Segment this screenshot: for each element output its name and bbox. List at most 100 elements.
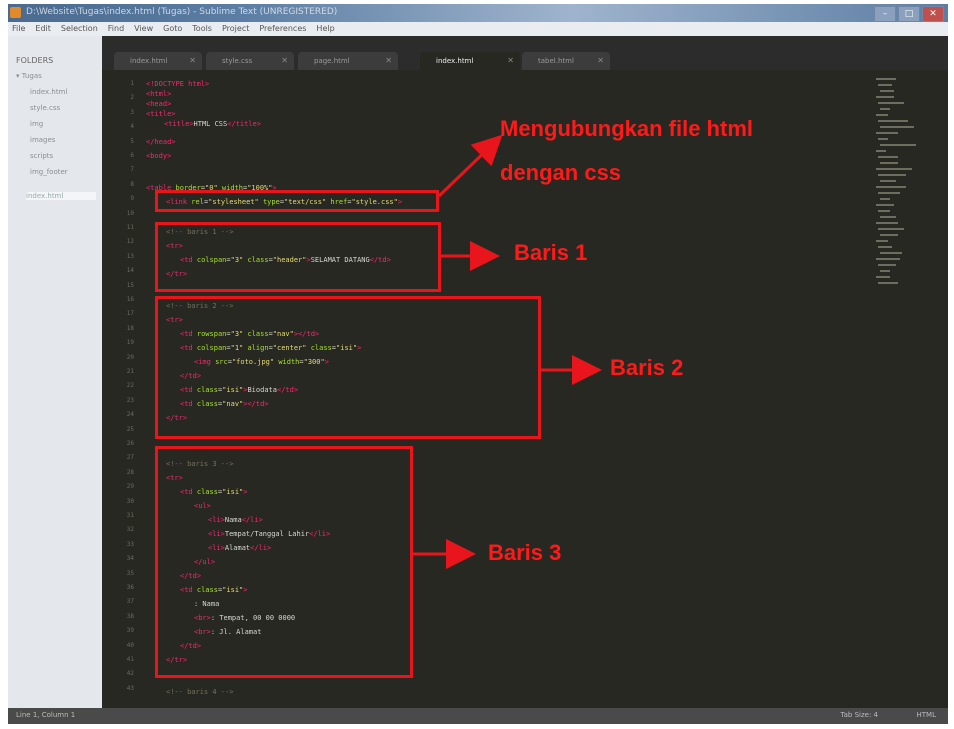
menu-edit[interactable]: Edit [35, 22, 51, 36]
tab-1[interactable]: index.html ✕ [114, 52, 202, 70]
minimap-line [876, 96, 894, 98]
minimap-line [878, 102, 904, 104]
minimap-line [876, 222, 898, 224]
line-number: 31 [126, 512, 134, 519]
line-number: 5 [130, 137, 134, 145]
close-tab-icon[interactable]: ✕ [281, 52, 288, 70]
sidebar-item-folder[interactable]: ▾ Tugas [16, 72, 42, 80]
menu-help[interactable]: Help [316, 22, 334, 36]
menu-selection[interactable]: Selection [61, 22, 98, 36]
line-number: 30 [126, 497, 134, 505]
line-number: 27 [126, 454, 134, 462]
annotation-row2: Baris 2 [610, 355, 684, 380]
line-number: 34 [126, 555, 134, 563]
line-number: 22 [126, 382, 134, 390]
tab-label: style.css [222, 57, 253, 65]
sidebar-item-file[interactable]: index.html [30, 88, 67, 96]
minimap-line [876, 186, 906, 188]
sidebar-item-selected[interactable]: index.html [26, 192, 96, 200]
sidebar-item-folder[interactable]: img [30, 120, 43, 128]
line-number: 38 [126, 612, 134, 620]
line-number: 26 [126, 440, 134, 447]
minimap-line [878, 228, 904, 230]
sidebar-item-folder[interactable]: scripts [30, 152, 53, 160]
minimap-line [876, 150, 886, 152]
tab-5[interactable]: tabel.html ✕ [522, 52, 610, 70]
minimap-line [880, 90, 894, 92]
close-tab-icon[interactable]: ✕ [189, 52, 196, 70]
line-number: 36 [126, 584, 134, 591]
sidebar-item-file[interactable]: img_footer [30, 168, 68, 176]
line-number: 23 [126, 396, 134, 404]
minimap[interactable] [870, 70, 948, 300]
annotation-link-line1: Mengubungkan file html [500, 116, 753, 141]
minimap-line [876, 204, 894, 206]
minimap-line [878, 84, 892, 86]
line-number: 35 [126, 569, 134, 577]
maximize-button[interactable]: □ [898, 6, 920, 22]
close-tab-icon[interactable]: ✕ [597, 52, 604, 70]
link-highlight-box [155, 190, 439, 212]
line-number: 25 [126, 425, 134, 433]
line-number: 1 [130, 80, 134, 87]
title-bar: D:\Website\Tugas\index.html (Tugas) - Su… [8, 4, 948, 22]
tab-size[interactable]: Tab Size: 4 [841, 711, 878, 719]
annotation-row1: Baris 1 [514, 240, 588, 265]
line-number-gutter: 1 2 3 4 5 6 7 8 9 10 11 12 13 14 15 16 17 18 19 20 21 22 23 24 2… [102, 70, 142, 708]
minimap-line [878, 120, 908, 122]
line-number: 2 [130, 94, 134, 102]
sidebar: FOLDERS ▾ Tugas index.html style.css img… [8, 36, 102, 708]
minimap-line [878, 174, 906, 176]
close-tab-icon[interactable]: ✕ [507, 52, 514, 70]
tab-active[interactable]: index.html ✕ [420, 52, 520, 70]
minimap-line [880, 198, 890, 200]
tab-bar: index.html ✕ style.css ✕ page.html ✕ index.… [102, 36, 948, 70]
tab-label: index.html [130, 57, 168, 65]
line-number: 20 [126, 353, 134, 361]
menu-find[interactable]: Find [108, 22, 124, 36]
minimap-line [876, 78, 896, 80]
line-number: 8 [130, 180, 134, 188]
close-button[interactable]: ✕ [922, 6, 944, 22]
tab-3[interactable]: page.html ✕ [298, 52, 398, 70]
line-number: 18 [126, 324, 134, 332]
syntax-mode[interactable]: HTML [917, 711, 936, 719]
minimap-line [878, 246, 892, 248]
menu-file[interactable]: File [12, 22, 25, 36]
annotation-row3: Baris 3 [488, 540, 562, 565]
minimap-line [876, 258, 900, 260]
line-number: 9 [130, 195, 134, 203]
line-number: 14 [126, 267, 134, 275]
minimap-line [880, 252, 902, 254]
minimap-line [876, 114, 888, 116]
status-bar: Line 1, Column 1 Tab Size: 4 HTML [8, 708, 948, 724]
minimize-button[interactable]: – [874, 6, 896, 22]
menu-bar: File Edit Selection Find View Goto Tools… [8, 22, 948, 36]
line-number: 37 [126, 598, 134, 606]
sidebar-item-folder[interactable]: images [30, 136, 55, 144]
minimap-line [880, 270, 890, 272]
line-number: 11 [126, 224, 134, 231]
menu-goto[interactable]: Goto [163, 22, 182, 36]
menu-preferences[interactable]: Preferences [259, 22, 306, 36]
tab-label: index.html [436, 57, 474, 65]
line-number: 43 [126, 684, 134, 692]
line-number: 41 [126, 656, 134, 663]
tab-2[interactable]: style.css ✕ [206, 52, 294, 70]
minimap-line [876, 132, 898, 134]
menu-view[interactable]: View [134, 22, 153, 36]
sidebar-item-file[interactable]: style.css [30, 104, 60, 112]
tab-label: tabel.html [538, 57, 574, 65]
minimap-line [880, 216, 896, 218]
minimap-line [880, 108, 890, 110]
row1-highlight-box [155, 222, 441, 292]
line-number: 33 [126, 540, 134, 548]
minimap-line [878, 210, 890, 212]
line-number: 24 [126, 411, 134, 419]
menu-project[interactable]: Project [222, 22, 249, 36]
line-number: 12 [126, 238, 134, 246]
minimap-line [876, 168, 912, 170]
close-tab-icon[interactable]: ✕ [385, 52, 392, 70]
menu-tools[interactable]: Tools [192, 22, 212, 36]
row2-highlight-box [155, 296, 541, 439]
